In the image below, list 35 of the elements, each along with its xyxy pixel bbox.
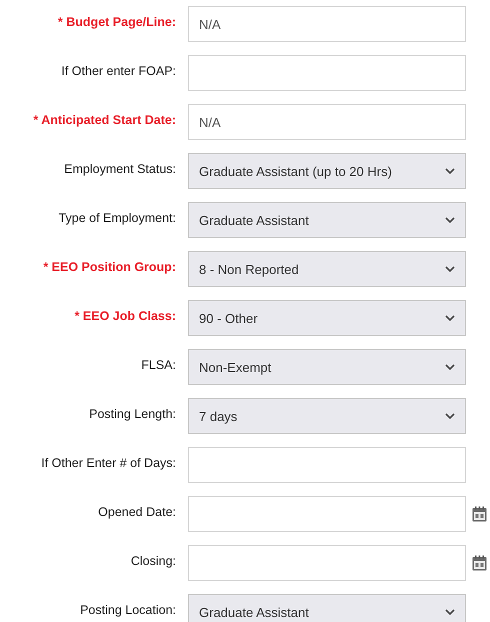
field-label: * Anticipated Start Date: [32, 112, 176, 127]
field-label: * EEO Position Group: [42, 259, 176, 274]
field-label: Closing: [130, 553, 176, 568]
field-label: Type of Employment: [58, 210, 176, 225]
field-label: Employment Status: [63, 161, 176, 176]
caret-icon [445, 315, 455, 321]
field-label: If Other enter FOAP: [60, 63, 176, 78]
dropdown[interactable]: 7 days [188, 398, 466, 434]
caret-icon [445, 364, 455, 370]
date-field[interactable] [188, 496, 466, 532]
input-field[interactable]: N/A [188, 6, 466, 42]
input-field[interactable] [188, 55, 466, 91]
field-label: * EEO Job Class: [74, 308, 176, 323]
field-label: * Budget Page/Line: [56, 14, 176, 29]
dropdown[interactable]: Graduate Assistant [188, 202, 466, 238]
calendar-icon[interactable] [472, 506, 487, 522]
dropdown[interactable]: Graduate Assistant [188, 594, 466, 622]
caret-icon [445, 413, 455, 419]
caret-icon [445, 217, 455, 223]
calendar-icon[interactable] [472, 555, 487, 571]
dropdown[interactable]: 90 - Other [188, 300, 466, 336]
field-label: FLSA: [140, 357, 176, 372]
dropdown[interactable]: Non-Exempt [188, 349, 466, 385]
date-field[interactable] [188, 545, 466, 581]
input-field[interactable]: N/A [188, 104, 466, 140]
field-label: Posting Location: [79, 602, 176, 617]
dropdown[interactable]: Graduate Assistant (up to 20 Hrs) [188, 153, 466, 189]
field-label: Posting Length: [88, 406, 176, 421]
input-field[interactable] [188, 447, 466, 483]
caret-icon [445, 609, 455, 615]
field-label: If Other Enter # of Days: [40, 455, 176, 470]
caret-icon [445, 266, 455, 272]
field-label: Opened Date: [97, 504, 176, 519]
caret-icon [445, 168, 455, 174]
dropdown[interactable]: 8 - Non Reported [188, 251, 466, 287]
